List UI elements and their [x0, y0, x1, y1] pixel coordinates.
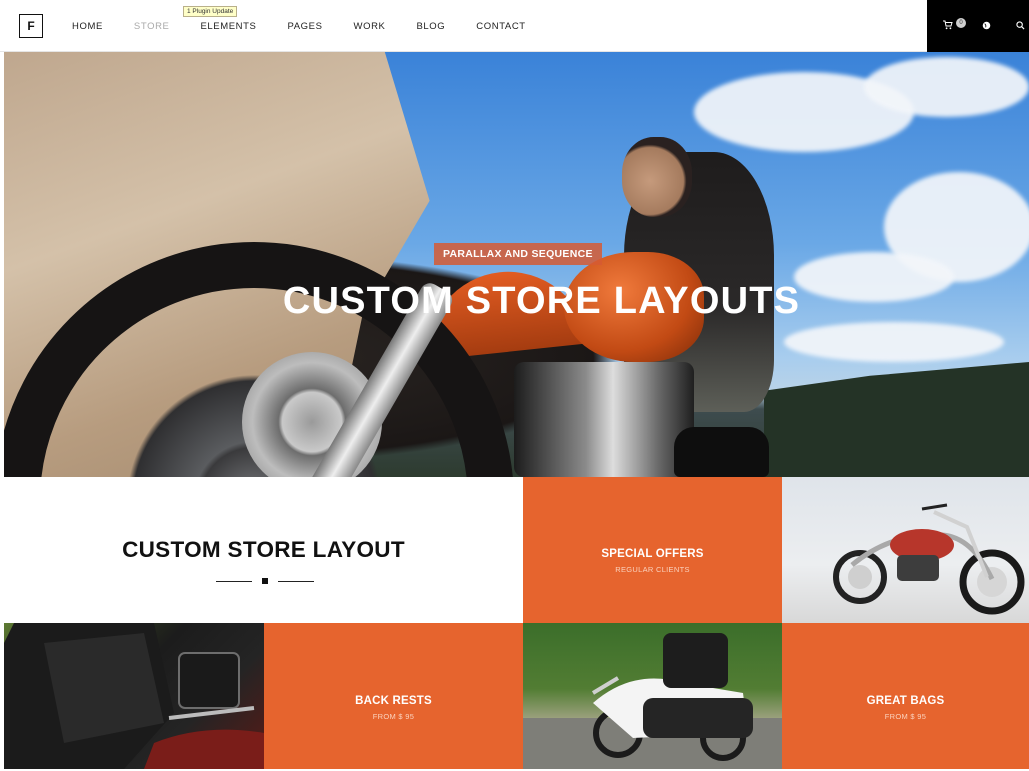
bags-image	[523, 633, 782, 769]
store-intro-box: CUSTOM STORE LAYOUT	[4, 477, 523, 623]
site-header: F HOME STORE ELEMENTS PAGES WORK BLOG CO…	[0, 0, 1029, 52]
back-rests-tile[interactable]: BACK RESTS FROM $ 95	[264, 623, 523, 769]
globe-icon[interactable]	[982, 21, 991, 30]
hero-title: CUSTOM STORE LAYOUTS	[282, 280, 801, 322]
title-divider	[216, 578, 314, 584]
nav-pages[interactable]: PAGES	[287, 21, 322, 32]
store-title: CUSTOM STORE LAYOUT	[122, 537, 405, 562]
nav-work[interactable]: WORK	[354, 21, 386, 32]
plugin-update-tooltip[interactable]: 1 Plugin Update	[183, 6, 238, 17]
special-offers-subtitle: REGULAR CLIENTS	[615, 565, 690, 574]
back-rest-image	[4, 623, 264, 769]
great-bags-subtitle: FROM $ 95	[884, 712, 927, 721]
nav-store[interactable]: STORE	[134, 21, 170, 32]
main-nav: HOME STORE ELEMENTS PAGES WORK BLOG CONT…	[72, 0, 557, 52]
back-rests-subtitle: FROM $ 95	[372, 712, 415, 721]
special-offers-tile[interactable]: SPECIAL OFFERS REGULAR CLIENTS	[523, 477, 782, 623]
great-bags-title: GREAT BAGS	[866, 695, 945, 707]
motorcycle-image	[833, 503, 1025, 615]
site-logo[interactable]: F	[19, 14, 43, 38]
nav-home[interactable]: HOME	[72, 21, 103, 32]
search-icon[interactable]	[1016, 21, 1025, 30]
cart-count-badge: 0	[956, 18, 966, 28]
nav-blog[interactable]: BLOG	[416, 21, 445, 32]
nav-contact[interactable]: CONTACT	[476, 21, 525, 32]
nav-elements[interactable]: ELEMENTS	[200, 21, 256, 32]
special-offers-title: SPECIAL OFFERS	[601, 548, 704, 560]
cart-icon[interactable]	[943, 20, 953, 30]
back-rests-title: BACK RESTS	[355, 695, 432, 707]
bags-photo[interactable]	[523, 623, 782, 769]
motorcycle-photo[interactable]	[782, 477, 1029, 623]
hero-slider: PARALLAX AND SEQUENCE CUSTOM STORE LAYOU…	[4, 52, 1029, 477]
great-bags-tile[interactable]: GREAT BAGS FROM $ 95	[782, 623, 1029, 769]
hero-tag: PARALLAX AND SEQUENCE	[434, 243, 602, 265]
back-rest-photo[interactable]	[4, 623, 264, 769]
